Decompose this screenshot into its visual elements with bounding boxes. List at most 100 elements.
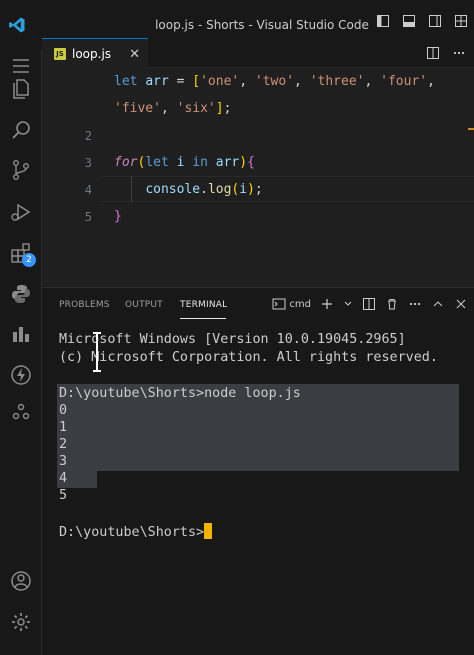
terminal-line-text: (c) Microsoft Corporation. All rights re… <box>59 350 438 365</box>
tab-output[interactable]: OUTPUT <box>125 300 163 310</box>
code-token: let <box>114 74 138 89</box>
active-tab-indicator <box>180 318 226 319</box>
terminal-cursor <box>204 523 213 539</box>
terminal-line: 3 <box>59 454 67 469</box>
layout-controls <box>376 14 468 28</box>
split-editor-icon[interactable] <box>426 46 440 60</box>
account-icon[interactable] <box>9 569 33 593</box>
code-token: arr <box>145 74 169 89</box>
tab-loop-js[interactable]: JS loop.js ✕ <box>42 38 148 68</box>
tab-filename: loop.js <box>72 46 112 61</box>
code-token: 'six' <box>176 101 216 116</box>
code-token: in <box>192 155 208 170</box>
code-line: let arr = ['one', 'two', 'three', 'four'… <box>114 74 435 89</box>
code-token: . <box>200 182 208 197</box>
trash-icon[interactable] <box>385 297 399 311</box>
javascript-file-icon: JS <box>54 47 66 60</box>
code-line: 'five', 'six']; <box>114 101 231 116</box>
chevron-down-icon[interactable] <box>343 297 353 311</box>
remote-icon[interactable] <box>9 400 33 424</box>
code-token: , <box>239 74 255 89</box>
source-control-icon[interactable] <box>9 158 33 182</box>
toggle-panel-icon[interactable] <box>402 14 416 28</box>
code-token: { <box>247 155 255 170</box>
tab-problems[interactable]: PROBLEMS <box>59 300 110 310</box>
code-token: log <box>207 182 232 197</box>
customize-layout-icon[interactable] <box>454 14 468 28</box>
chart-icon[interactable] <box>9 322 33 346</box>
code-token: [ <box>192 74 201 89</box>
code-token: ) <box>239 155 248 170</box>
settings-gear-icon[interactable] <box>9 610 33 634</box>
terminal-line-text: Microsoft Windows [Version 10.0.19045.29… <box>59 332 406 347</box>
extensions-badge: 2 <box>22 253 36 267</box>
terminal-line-text: D:\youtube\Shorts> <box>59 525 205 540</box>
terminal-line-text: 2 <box>59 437 68 452</box>
terminal-line-text: 5 <box>59 488 68 503</box>
files-icon[interactable] <box>9 77 33 101</box>
terminal-line-text: 3 <box>59 454 68 469</box>
window-title: loop.js - Shorts - Visual Studio Code <box>155 18 369 32</box>
shell-label[interactable]: cmd <box>289 299 311 310</box>
line-number: 5 <box>84 210 92 224</box>
chevron-up-icon[interactable] <box>431 297 445 311</box>
new-terminal-icon[interactable] <box>320 297 334 311</box>
code-token: , <box>160 101 177 116</box>
bottom-panel: PROBLEMS OUTPUT TERMINAL cmd Microsoft W… <box>42 287 474 655</box>
code-line: for(let i in arr){ <box>114 155 255 170</box>
toggle-secondary-sidebar-icon[interactable] <box>428 14 442 28</box>
terminal-line-text: 4 <box>59 471 68 486</box>
code-token: i <box>239 182 248 197</box>
python-icon[interactable] <box>9 282 33 306</box>
overview-ruler-mark <box>468 128 474 130</box>
code-token: ; <box>254 182 263 197</box>
terminal-icon <box>272 298 286 310</box>
search-icon[interactable] <box>9 118 33 142</box>
terminal-line: 0 <box>59 403 67 418</box>
code-editor[interactable]: let arr = ['one', 'two', 'three', 'four'… <box>42 68 474 286</box>
code-token: , <box>364 74 381 89</box>
code-token: , <box>294 74 310 89</box>
panel-actions: cmd <box>272 297 468 311</box>
code-token: 'three' <box>309 74 365 89</box>
terminal-line: 1 <box>59 420 67 435</box>
code-token: 'one' <box>200 74 240 89</box>
editor-tab-bar: JS loop.js ✕ <box>42 38 474 68</box>
terminal-line-text: D:\youtube\Shorts>node loop.js <box>59 386 301 401</box>
close-tab-icon[interactable]: ✕ <box>129 47 140 62</box>
terminal-line: D:\youtube\Shorts>node loop.js <box>59 386 301 401</box>
more-actions-icon[interactable] <box>408 297 422 311</box>
terminal-output[interactable]: Microsoft Windows [Version 10.0.19045.29… <box>42 322 474 655</box>
line-number: 3 <box>84 156 92 170</box>
terminal-line: 2 <box>59 437 67 452</box>
thunder-icon[interactable] <box>9 363 33 387</box>
code-token: console <box>145 182 201 197</box>
code-token: 'two' <box>254 74 295 89</box>
code-token: let <box>145 155 169 170</box>
code-token: } <box>114 209 122 224</box>
code-token: 'four' <box>380 74 428 89</box>
code-token: ] <box>215 101 224 116</box>
code-line: } <box>114 209 122 224</box>
menu-icon[interactable] <box>9 54 33 78</box>
code-token: ; <box>223 101 232 116</box>
code-token: for <box>114 155 138 170</box>
terminal-line-text: 1 <box>59 420 68 435</box>
code-line: console.log(i); <box>114 182 263 197</box>
split-terminal-icon[interactable] <box>362 297 376 311</box>
tab-terminal[interactable]: TERMINAL <box>180 300 227 310</box>
run-debug-icon[interactable] <box>9 200 33 224</box>
activity-bar: 2 <box>0 50 42 655</box>
close-panel-icon[interactable] <box>454 297 468 311</box>
more-actions-icon[interactable] <box>452 46 466 60</box>
editor-actions <box>426 46 466 60</box>
toggle-primary-sidebar-icon[interactable] <box>376 14 390 28</box>
line-number: 2 <box>84 129 92 143</box>
terminal-line-text: 0 <box>59 403 68 418</box>
terminal-line: 5 <box>59 488 67 503</box>
terminal-line: Microsoft Windows [Version 10.0.19045.29… <box>59 332 406 347</box>
terminal-line: D:\youtube\Shorts> <box>59 523 213 540</box>
